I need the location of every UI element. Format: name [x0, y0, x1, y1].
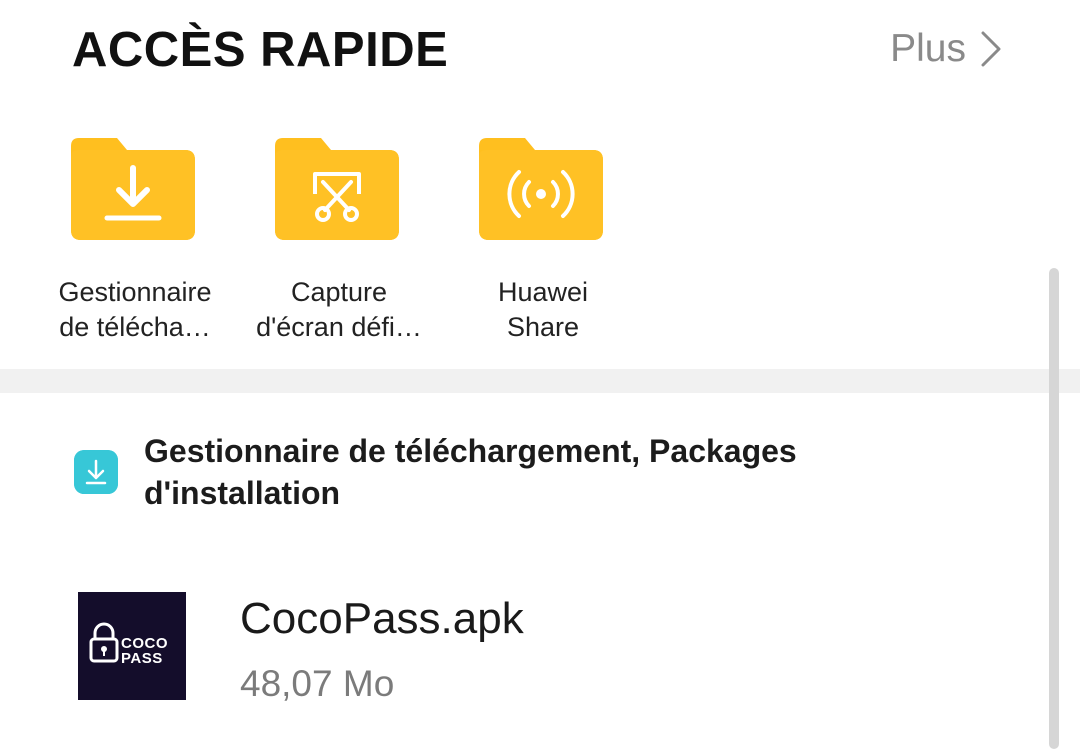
share-folder-icon	[479, 138, 603, 240]
scrollbar[interactable]	[1049, 268, 1059, 749]
file-name: CocoPass.apk	[240, 594, 524, 643]
more-link[interactable]: Plus	[890, 24, 1002, 74]
download-folder-icon	[71, 138, 195, 240]
more-label: Plus	[890, 27, 966, 70]
cocopass-logo-icon: COCO PASS	[78, 592, 186, 700]
section-title: ACCÈS RAPIDE	[72, 23, 449, 77]
quick-item-label: Capture d'écran défi…	[256, 277, 422, 342]
file-size: 48,07 Mo	[240, 663, 395, 704]
quick-item-label: Gestionnaire de télécha…	[58, 277, 212, 342]
quick-item-label: Huawei Share	[497, 277, 589, 342]
section-divider	[0, 369, 1080, 393]
screenshot-folder-icon	[275, 138, 399, 240]
chevron-right-icon	[981, 31, 1001, 67]
group-title: Gestionnaire de téléchargement, Packages…	[144, 433, 797, 511]
file-row[interactable]: COCO PASS CocoPass.apk 48,07 Mo	[0, 575, 1040, 715]
apk-thumbnail: COCO PASS	[78, 592, 186, 700]
quick-access-header: ACCÈS RAPIDE Plus	[0, 0, 1080, 100]
download-icon	[74, 450, 118, 494]
svg-text:PASS: PASS	[121, 650, 163, 667]
